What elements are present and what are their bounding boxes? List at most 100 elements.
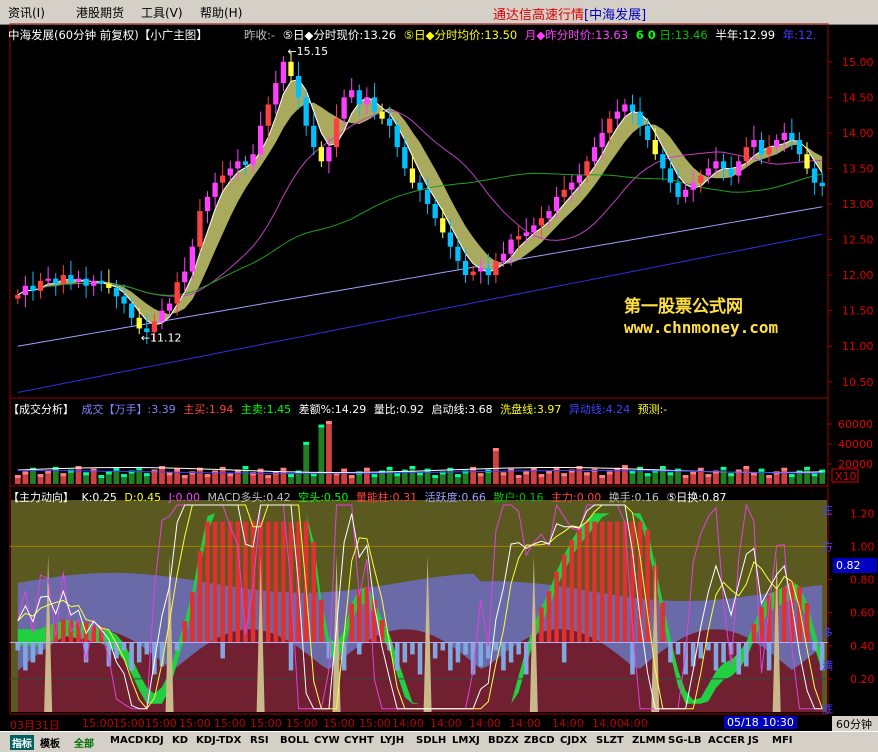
candle-body [629, 104, 636, 112]
indicator-tab-sg-lb[interactable]: SG-LB [668, 735, 702, 746]
candle-body [189, 246, 195, 272]
indicator-tab-mfi[interactable]: MFI [772, 735, 793, 746]
candle-body [599, 132, 605, 148]
volume-energy-bar [569, 540, 575, 643]
time-axis-label: 14:00 [552, 717, 584, 730]
candle-body [257, 125, 264, 155]
indicator-current-value: 0.82 [833, 558, 877, 573]
bear-bar [30, 642, 36, 663]
candle-body [242, 161, 249, 165]
header-month-price: 月◆昨分时价:13.63 [524, 28, 629, 42]
indicator-tab-zbcd[interactable]: ZBCD [524, 735, 555, 746]
volume-energy-bar [190, 591, 195, 643]
price-chart: 15.00 14.50 14.00 13.50 13.00 12.50 12.00 11.50… [15, 45, 874, 393]
candle-body [386, 118, 393, 126]
volume-bar-cap [728, 473, 735, 477]
volume-bar-cap [386, 466, 393, 470]
indicator-tab-cyw[interactable]: CYW [314, 735, 340, 746]
indicator-tab-zlmm[interactable]: ZLMM [632, 735, 666, 746]
volume-energy-bar [205, 521, 210, 643]
indicator-tab-js[interactable]: JS [748, 735, 759, 746]
time-axis-label: 14:00 [509, 717, 541, 730]
ma-line-purple [17, 110, 823, 297]
bear-bar [174, 642, 180, 651]
indicator-tab-rsi[interactable]: RSI [250, 735, 269, 746]
volume-energy-bar [660, 602, 666, 643]
ind-d: D:0.45 [124, 491, 162, 504]
bear-bar [713, 642, 719, 671]
candle-body [136, 317, 142, 329]
candle-body [682, 189, 689, 197]
indicator-tab-cyht[interactable]: CYHT [344, 735, 374, 746]
volume-bar-cap [265, 475, 272, 478]
bear-bar [478, 642, 483, 667]
indicator-tab--[interactable]: 全部 [74, 735, 94, 750]
candle-body [440, 218, 446, 233]
indicator-tab-kdj[interactable]: KDJ [144, 735, 164, 746]
volume-bar-cap [682, 475, 689, 478]
volume-bar-cap [14, 475, 21, 478]
indicator-tab-kd[interactable]: KD [172, 735, 188, 746]
candle-body [736, 161, 742, 176]
time-axis-label: 14:00 [469, 717, 501, 730]
volume-bar-cap [606, 471, 613, 475]
candle-body [576, 175, 583, 183]
volume-bar-cap [250, 472, 256, 476]
candle-body [250, 154, 256, 165]
candle-body [774, 140, 780, 148]
price-axis-label: 10.50 [842, 376, 874, 389]
candle-body [318, 147, 325, 162]
bear-bar [417, 642, 423, 675]
indicator-tab-lyjh[interactable]: LYJH [380, 735, 404, 746]
bear-bar [508, 642, 514, 663]
candle-body [37, 280, 44, 291]
bear-bar [38, 642, 43, 655]
indicator-tab-macd[interactable]: MACD [110, 735, 143, 746]
volume-energy-bar [584, 521, 590, 643]
indicator-tab-lmxj[interactable]: LMXJ [452, 735, 480, 746]
volume-energy-bar [751, 623, 757, 643]
ind-k: K:0.25 [81, 491, 117, 504]
time-axis-label: 15:00 [82, 717, 114, 730]
volume-energy-bar [615, 521, 620, 643]
indicator-tab--[interactable]: 模板 [40, 735, 60, 750]
bear-bar [129, 642, 134, 671]
volume-energy-bar [577, 528, 582, 643]
indicator-tab-slzt[interactable]: SLZT [596, 735, 624, 746]
watermark-title: 第一股票公式网 [624, 297, 743, 317]
volume-bar-cap [584, 472, 590, 476]
indicator-tab-bdzx[interactable]: BDZX [488, 735, 519, 746]
volume-energy-bar [61, 619, 66, 643]
ind-main: 主力:0.00 [551, 491, 602, 504]
ind-macd-short: 空头:0.50 [298, 491, 349, 504]
candle-body [485, 268, 491, 276]
indicator-tab--[interactable]: 指标 [10, 735, 34, 750]
volume-energy-bar [804, 603, 810, 643]
candle-body [652, 140, 658, 155]
candle-body [796, 140, 803, 155]
volume-bar [303, 441, 310, 484]
ind-5day-turnover: ⑤日换:0.87 [666, 491, 727, 504]
volume-energy-bar [311, 542, 317, 643]
volume-unit-label: X10 [835, 470, 857, 483]
candle-body [538, 218, 545, 226]
vol-buy: 主买:1.94 [183, 403, 234, 416]
indicator-tab-boll[interactable]: BOLL [280, 735, 309, 746]
candle-body [462, 260, 469, 276]
volume-bar-cap [659, 466, 666, 469]
indicator-tab-kdj-tdx[interactable]: KDJ-TDX [196, 735, 241, 746]
indicator-tab-sdlh[interactable]: SDLH [416, 735, 446, 746]
volume-bar-cap [303, 441, 310, 445]
indicator-tab-cjdx[interactable]: CJDX [560, 735, 587, 746]
volume-bar-cap [83, 472, 89, 476]
candle-body [113, 287, 120, 297]
main-chart-area[interactable]: 15.00 14.50 14.00 13.50 13.00 12.50 12.00 11.50… [0, 0, 878, 751]
volume-energy-bar [539, 607, 544, 643]
volume-energy-bar [228, 521, 233, 643]
candle-body [781, 132, 787, 140]
candle-body [591, 147, 598, 162]
price-axis-label: 11.50 [842, 305, 874, 318]
bear-bar [501, 642, 506, 671]
period-selector[interactable]: 60分钟 [832, 716, 878, 732]
indicator-tab-accer[interactable]: ACCER [708, 735, 745, 746]
